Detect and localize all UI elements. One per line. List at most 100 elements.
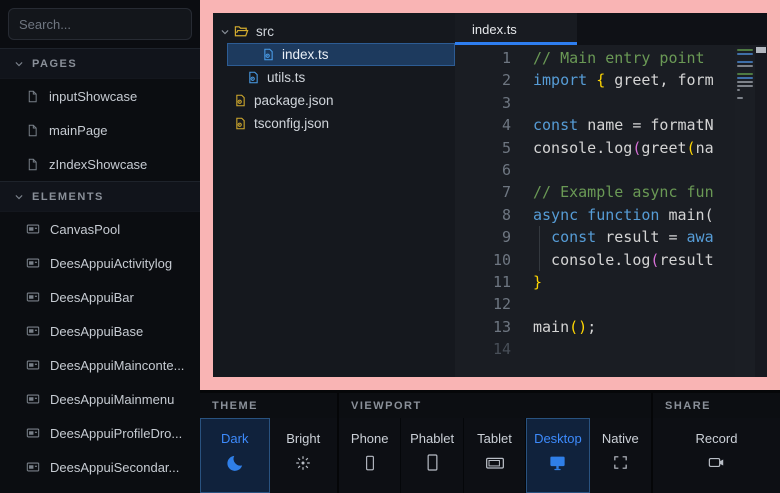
- sidebar-item-inputshowcase[interactable]: inputShowcase: [0, 79, 200, 113]
- code-line-13: 13main();: [455, 316, 735, 338]
- sidebar-section-pages: PAGES inputShowcase mainPage zIndexShowc…: [0, 48, 200, 181]
- code-text: // Example async fun: [533, 181, 735, 203]
- tree-item-label: tsconfig.json: [254, 116, 329, 131]
- toolbar-button-label: Native: [602, 431, 639, 446]
- code-editor-demo: srcindex.tsutils.ts package.json tsconfig.…: [213, 13, 767, 377]
- sidebar-item-label: zIndexShowcase: [49, 157, 147, 172]
- phone-icon: [361, 453, 379, 473]
- sidebar-section-elements: ELEMENTS CanvasPool DeesAppuiActivitylog…: [0, 181, 200, 484]
- tree-item-src[interactable]: src: [213, 20, 455, 43]
- component-icon: [26, 324, 40, 338]
- toolbar-button-dark[interactable]: Dark: [200, 418, 270, 493]
- sidebar-item-deesappuisecondar[interactable]: DeesAppuiSecondar...: [0, 450, 200, 484]
- sidebar-item-label: CanvasPool: [50, 222, 120, 237]
- sidebar-item-zindexshowcase[interactable]: zIndexShowcase: [0, 147, 200, 181]
- sidebar-item-mainpage[interactable]: mainPage: [0, 113, 200, 147]
- toolbar-button-record[interactable]: Record: [653, 418, 780, 493]
- minimap-line: [737, 49, 753, 51]
- sidebar-item-deesappuibase[interactable]: DeesAppuiBase: [0, 314, 200, 348]
- sidebar-sections: PAGES inputShowcase mainPage zIndexShowc…: [0, 48, 200, 484]
- tree-item-tsconfig-json[interactable]: tsconfig.json: [213, 112, 455, 135]
- tab-index-ts[interactable]: index.ts: [455, 13, 577, 45]
- section-label: ELEMENTS: [32, 191, 104, 203]
- tree-item-index-ts[interactable]: index.ts: [227, 43, 455, 66]
- toolbar-button-desktop[interactable]: Desktop: [526, 418, 589, 493]
- toolbar-button-label: Phone: [351, 431, 389, 446]
- toolbar-button-native[interactable]: Native: [590, 418, 651, 493]
- toolbar-button-label: Tablet: [477, 431, 512, 446]
- toolbar-button-label: Phablet: [410, 431, 454, 446]
- file-tree-panel: srcindex.tsutils.ts package.json tsconfig.…: [213, 13, 455, 377]
- record-icon: [707, 453, 726, 473]
- line-number: 9: [455, 226, 533, 248]
- code-text: [533, 293, 735, 315]
- sidebar-item-deesappuimainconte[interactable]: DeesAppuiMainconte...: [0, 348, 200, 382]
- sidebar-item-label: DeesAppuiSecondar...: [50, 460, 179, 475]
- component-icon: [26, 290, 40, 304]
- code-text: async function main(: [533, 204, 735, 226]
- document-icon: [26, 90, 39, 103]
- sidebar-item-label: inputShowcase: [49, 89, 137, 104]
- search-input[interactable]: [8, 8, 192, 40]
- toolbar-button-tablet[interactable]: Tablet: [464, 418, 526, 493]
- folder-icon: [234, 24, 249, 39]
- component-icon: [26, 426, 40, 440]
- toolbar-button-label: Record: [696, 431, 738, 446]
- sidebar-item-label: DeesAppuiMainconte...: [50, 358, 184, 373]
- line-number: 4: [455, 114, 533, 136]
- chevron-down-icon: [14, 192, 24, 202]
- component-icon: [26, 256, 40, 270]
- section-label: PAGES: [32, 58, 77, 70]
- phablet-icon: [423, 453, 442, 473]
- sidebar-item-deesappuiprofiledro[interactable]: DeesAppuiProfileDro...: [0, 416, 200, 450]
- toolbar-section-label: SHARE: [653, 393, 780, 418]
- toolbar-button-phablet[interactable]: Phablet: [401, 418, 463, 493]
- toolbar-button-bright[interactable]: Bright: [270, 418, 338, 493]
- minimap-line: [737, 97, 743, 99]
- toolbar-button-phone[interactable]: Phone: [339, 418, 401, 493]
- minimap-line: [737, 53, 753, 55]
- scrollbar-thumb[interactable]: [756, 47, 766, 53]
- sidebar-item-label: DeesAppuiProfileDro...: [50, 426, 182, 441]
- section-header-elements[interactable]: ELEMENTS: [0, 182, 200, 212]
- tablet-icon: [485, 453, 505, 473]
- code-text: const result = awa: [533, 226, 735, 248]
- code-line-3: 3: [455, 92, 735, 114]
- section-header-pages[interactable]: PAGES: [0, 49, 200, 79]
- code-area[interactable]: 1// Main entry point2import { greet, for…: [455, 45, 767, 377]
- tree-item-utils-ts[interactable]: utils.ts: [213, 66, 455, 89]
- sidebar-item-canvaspool[interactable]: CanvasPool: [0, 212, 200, 246]
- toolbar-section-viewport: VIEWPORT Phone Phablet Tablet Desktop Na…: [337, 393, 651, 493]
- component-icon: [26, 222, 40, 236]
- sidebar-item-deesappuiactivitylog[interactable]: DeesAppuiActivitylog: [0, 246, 200, 280]
- sidebar-item-deesappuibar[interactable]: DeesAppuiBar: [0, 280, 200, 314]
- code-text: // Main entry point: [533, 47, 735, 69]
- minimap[interactable]: [735, 47, 755, 377]
- component-icon: [26, 392, 40, 406]
- line-number: 12: [455, 293, 533, 315]
- sidebar-item-label: DeesAppuiBase: [50, 324, 143, 339]
- line-number: 6: [455, 159, 533, 181]
- toolbar-button-label: Desktop: [534, 431, 582, 446]
- tree-item-label: package.json: [254, 93, 334, 108]
- vertical-scrollbar[interactable]: [755, 47, 767, 377]
- code-text: [533, 92, 735, 114]
- code-line-14: 14: [455, 338, 735, 360]
- chevron-down-icon: [220, 27, 234, 37]
- code-line-11: 11}: [455, 271, 735, 293]
- sidebar-item-deesappuimainmenu[interactable]: DeesAppuiMainmenu: [0, 382, 200, 416]
- chevron-down-icon: [14, 59, 24, 69]
- editor-tab-bar: index.ts: [455, 13, 767, 45]
- code-text: }: [533, 271, 735, 293]
- desktop-icon: [548, 453, 567, 473]
- file-json-icon: [234, 117, 247, 130]
- line-number: 3: [455, 92, 533, 114]
- code-text: [533, 338, 735, 360]
- search-container: [0, 0, 200, 48]
- line-number: 10: [455, 249, 533, 271]
- code-lines: 1// Main entry point2import { greet, for…: [455, 47, 735, 377]
- code-text: main();: [533, 316, 735, 338]
- code-line-10: 10 console.log(result: [455, 249, 735, 271]
- line-number: 13: [455, 316, 533, 338]
- tree-item-package-json[interactable]: package.json: [213, 89, 455, 112]
